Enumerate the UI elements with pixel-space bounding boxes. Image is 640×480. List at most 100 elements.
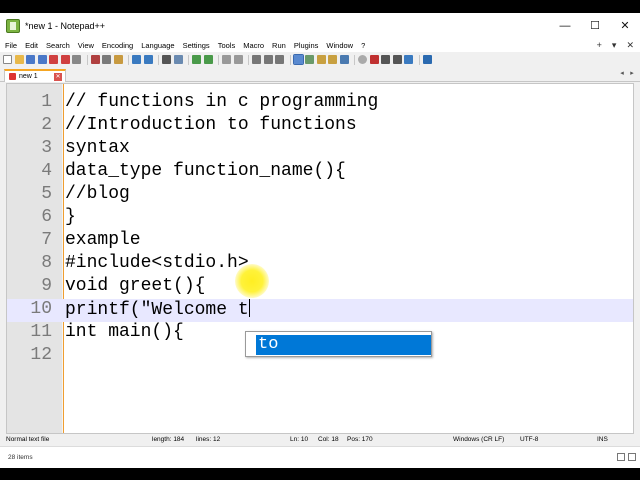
code-text: example bbox=[65, 230, 141, 250]
tab-scroll-right-icon[interactable]: ▸ bbox=[628, 70, 636, 78]
new-file-icon[interactable] bbox=[3, 55, 12, 64]
tab-scroll-left-icon[interactable]: ◂ bbox=[618, 70, 626, 78]
replace-icon[interactable] bbox=[173, 55, 183, 64]
line-number: 3 bbox=[41, 138, 52, 158]
toolbar-separator bbox=[354, 54, 355, 65]
code-text: // functions in c programming bbox=[65, 92, 379, 112]
tab-list-icon[interactable]: ▾ bbox=[612, 40, 617, 51]
code-line[interactable]: 4 data_type function_name(){ bbox=[7, 161, 633, 184]
menu-macro[interactable]: Macro bbox=[243, 41, 264, 50]
word-wrap-icon[interactable] bbox=[252, 55, 261, 64]
find-icon[interactable] bbox=[162, 55, 171, 64]
playback-icon[interactable] bbox=[381, 55, 390, 64]
autocomplete-item[interactable]: to bbox=[256, 335, 431, 355]
close-all-icon[interactable] bbox=[60, 55, 70, 64]
line-number: 2 bbox=[41, 115, 52, 135]
sync-h-icon[interactable] bbox=[233, 55, 243, 64]
record-macro-icon[interactable] bbox=[358, 55, 367, 64]
toolbar-separator bbox=[86, 54, 88, 65]
code-text: printf("Welcome t bbox=[65, 299, 250, 320]
show-all-chars-icon[interactable] bbox=[263, 55, 273, 64]
menu-search[interactable]: Search bbox=[46, 41, 70, 50]
menu-language[interactable]: Language bbox=[141, 41, 174, 50]
notepad-window: *new 1 - Notepad++ — ☐ ✕ File Edit Searc… bbox=[0, 13, 640, 468]
sync-v-icon[interactable] bbox=[222, 55, 231, 64]
tab-close-icon[interactable]: ✕ bbox=[54, 72, 62, 81]
code-line[interactable]: 2 //Introduction to functions bbox=[7, 115, 633, 138]
menu-view[interactable]: View bbox=[78, 41, 94, 50]
code-line[interactable]: 9 void greet(){ bbox=[7, 276, 633, 299]
close-doc-icon[interactable]: ✕ bbox=[626, 40, 634, 51]
toolbar-separator bbox=[188, 54, 189, 65]
save-icon[interactable] bbox=[26, 55, 35, 64]
code-line[interactable]: 6} bbox=[7, 207, 633, 230]
line-number: 4 bbox=[41, 161, 52, 181]
menu-help[interactable]: ? bbox=[361, 41, 365, 50]
window-title: *new 1 - Notepad++ bbox=[25, 20, 106, 31]
stop-record-icon[interactable] bbox=[369, 55, 379, 64]
line-number: 6 bbox=[41, 207, 52, 227]
code-line[interactable]: 5 //blog bbox=[7, 184, 633, 207]
menu-edit[interactable]: Edit bbox=[25, 41, 38, 50]
text-caret bbox=[248, 299, 250, 317]
menu-tools[interactable]: Tools bbox=[218, 41, 236, 50]
code-text: //Introduction to functions bbox=[65, 115, 357, 135]
function-list-icon[interactable] bbox=[316, 55, 326, 64]
code-line[interactable]: 1 // functions in c programming bbox=[7, 92, 633, 115]
save-all-icon[interactable] bbox=[37, 55, 47, 64]
tab-bar: new 1 ✕ ◂ ▸ bbox=[0, 67, 640, 82]
toolbar-separator bbox=[158, 54, 159, 65]
code-text: #include<stdio.h> bbox=[65, 253, 249, 273]
save-macro-icon[interactable] bbox=[404, 55, 413, 64]
tab-label: new 1 bbox=[19, 73, 38, 80]
user-lang-icon[interactable] bbox=[292, 54, 304, 65]
menu-window[interactable]: Window bbox=[326, 41, 353, 50]
zoom-out-icon[interactable] bbox=[203, 55, 213, 64]
plugin-icon[interactable] bbox=[422, 55, 432, 64]
menu-settings[interactable]: Settings bbox=[183, 41, 210, 50]
folder-workspace-icon[interactable] bbox=[328, 55, 337, 64]
status-length: length: 184 bbox=[152, 436, 185, 443]
unsaved-disk-icon bbox=[9, 73, 16, 80]
copy-icon[interactable] bbox=[102, 55, 111, 64]
toolbar-separator bbox=[218, 54, 219, 65]
status-filetype: Normal text file bbox=[6, 436, 50, 443]
open-file-icon[interactable] bbox=[14, 55, 24, 64]
menu-plugins[interactable]: Plugins bbox=[294, 41, 319, 50]
large-icons-view-icon[interactable] bbox=[628, 453, 636, 461]
code-line[interactable]: 8 #include<stdio.h> bbox=[7, 253, 633, 276]
run-macro-multiple-icon[interactable] bbox=[392, 55, 402, 64]
menu-run[interactable]: Run bbox=[272, 41, 286, 50]
close-button[interactable]: ✕ bbox=[610, 13, 640, 38]
redo-icon[interactable] bbox=[143, 55, 153, 64]
explorer-status-bar: 28 items bbox=[0, 446, 640, 468]
undo-icon[interactable] bbox=[132, 55, 141, 64]
print-icon[interactable] bbox=[72, 55, 81, 64]
code-text: //blog bbox=[65, 184, 130, 204]
zoom-in-icon[interactable] bbox=[192, 55, 201, 64]
code-text: int main(){ bbox=[65, 322, 184, 342]
line-number: 5 bbox=[41, 184, 52, 204]
menu-bar: File Edit Search View Encoding Language … bbox=[0, 38, 640, 52]
status-lines: lines: 12 bbox=[196, 436, 221, 443]
code-line[interactable]: 3 syntax bbox=[7, 138, 633, 161]
monitoring-icon[interactable] bbox=[339, 55, 349, 64]
indent-guide-icon[interactable] bbox=[275, 55, 284, 64]
editor-pane[interactable]: 1 // functions in c programming 2 //Introdu… bbox=[6, 83, 634, 434]
paste-icon[interactable] bbox=[113, 55, 123, 64]
code-line[interactable]: 10 printf("Welcome t bbox=[7, 299, 633, 322]
details-view-icon[interactable] bbox=[617, 453, 625, 461]
line-number: 11 bbox=[30, 322, 52, 342]
close-icon[interactable] bbox=[49, 55, 58, 64]
cut-icon[interactable] bbox=[90, 55, 100, 64]
menu-encoding[interactable]: Encoding bbox=[102, 41, 133, 50]
new-tab-icon[interactable]: + bbox=[597, 40, 602, 50]
menu-file[interactable]: File bbox=[5, 41, 17, 50]
code-line[interactable]: 7 example bbox=[7, 230, 633, 253]
minimize-button[interactable]: — bbox=[550, 13, 580, 38]
tab-new-1[interactable]: new 1 ✕ bbox=[4, 69, 66, 82]
maximize-button[interactable]: ☐ bbox=[580, 13, 610, 38]
doc-map-icon[interactable] bbox=[305, 55, 314, 64]
mouse-cursor-highlight bbox=[235, 264, 269, 298]
autocomplete-popup[interactable]: to bbox=[245, 331, 432, 357]
